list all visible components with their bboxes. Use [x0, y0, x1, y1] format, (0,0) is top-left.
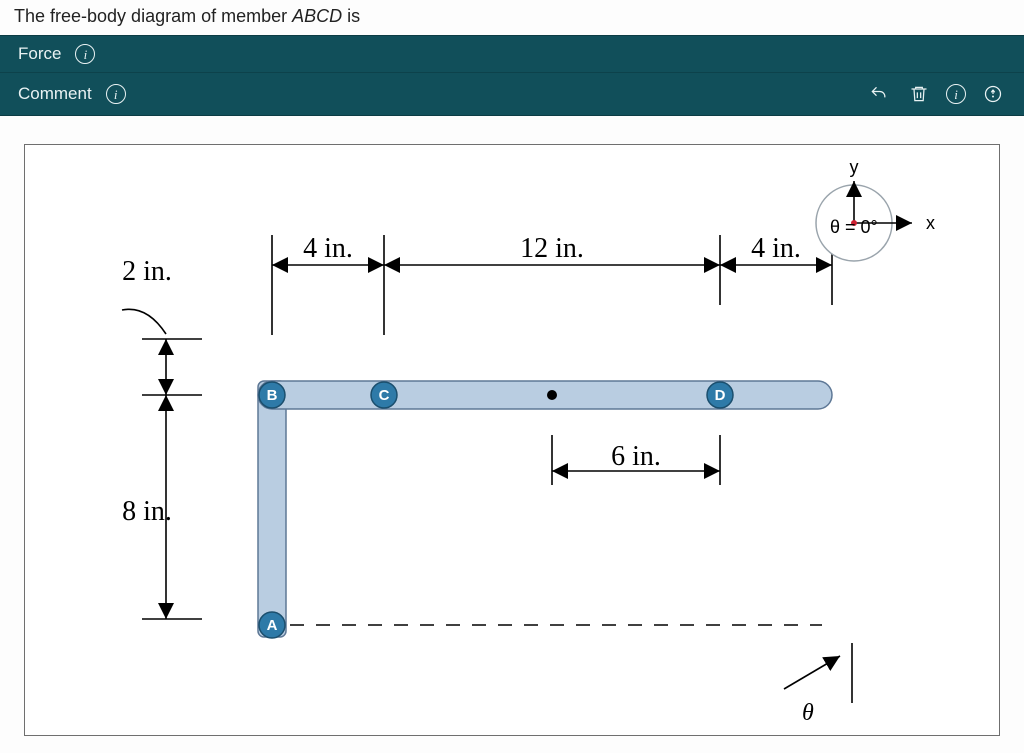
compass-y: y — [850, 157, 859, 177]
force-label: Force — [18, 44, 61, 64]
svg-text:θ: θ — [802, 700, 814, 726]
angle-indicator: θ — [784, 643, 852, 726]
undo-icon[interactable] — [866, 81, 892, 107]
title-member: ABCD — [292, 6, 342, 26]
svg-text:D: D — [715, 387, 726, 404]
dim-top1: 4 in. — [303, 233, 353, 264]
svg-text:B: B — [267, 387, 278, 404]
title-prefix: The free-body diagram of member — [14, 6, 292, 26]
compass-theta: θ = 0° — [830, 217, 878, 237]
info-icon[interactable]: i — [106, 84, 126, 104]
trash-icon[interactable] — [906, 81, 932, 107]
center-dot — [547, 390, 557, 400]
dim-left-top: 2 in. — [122, 256, 172, 287]
node-C[interactable]: C — [371, 382, 397, 408]
compass[interactable]: y x θ = 0° — [816, 157, 935, 261]
svg-text:A: A — [267, 617, 278, 634]
node-A[interactable]: A — [259, 612, 285, 638]
page-title: The free-body diagram of member ABCD is — [0, 0, 1024, 35]
add-vector-icon[interactable] — [980, 81, 1006, 107]
free-body-diagram[interactable]: 4 in. 12 in. 4 in. 2 in. 8 in. — [32, 145, 992, 735]
compass-x: x — [926, 213, 935, 233]
toolbar-row-force[interactable]: Force i — [0, 36, 1024, 72]
toolbar: Force i Comment i i — [0, 35, 1024, 116]
member-abcd[interactable] — [258, 381, 832, 637]
title-suffix: is — [342, 6, 360, 26]
info-icon[interactable]: i — [75, 44, 95, 64]
canvas-area: 4 in. 12 in. 4 in. 2 in. 8 in. — [0, 116, 1024, 736]
info-icon[interactable]: i — [946, 84, 966, 104]
dim-top2: 12 in. — [520, 233, 584, 264]
diagram-frame: 4 in. 12 in. 4 in. 2 in. 8 in. — [24, 144, 1000, 736]
dim-left-main: 8 in. — [122, 496, 172, 527]
dim-below: 6 in. — [611, 441, 661, 472]
node-D[interactable]: D — [707, 382, 733, 408]
dim-top3: 4 in. — [751, 233, 801, 264]
toolbar-row-comment: Comment i i — [0, 72, 1024, 115]
node-B[interactable]: B — [259, 382, 285, 408]
svg-text:C: C — [379, 387, 390, 404]
comment-label[interactable]: Comment — [18, 84, 92, 104]
